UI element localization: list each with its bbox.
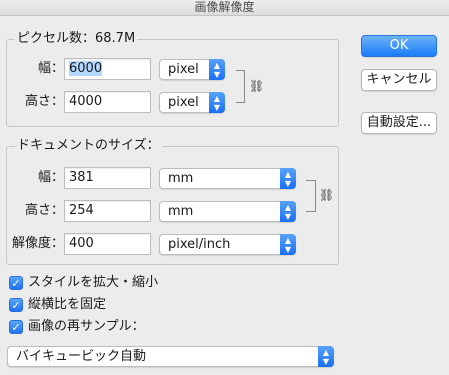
doc-link-bracket — [306, 180, 316, 212]
pixel-width-unit-value: pixel — [168, 62, 199, 77]
window-title: 画像解像度 — [0, 0, 449, 16]
pixel-height-unit-value: pixel — [168, 95, 199, 110]
scale-styles-checkbox[interactable]: ✓ — [9, 276, 23, 290]
pixel-width-label: 幅： — [37, 61, 64, 76]
resolution-label: 解像度： — [11, 236, 64, 251]
doc-width-unit-value: mm — [168, 171, 194, 186]
stepper-icon: ▲ ▼ — [280, 201, 296, 222]
checkmark-icon: ✓ — [11, 277, 21, 290]
doc-width-label: 幅： — [37, 170, 64, 185]
chain-link-icon[interactable]: ⛓ — [319, 188, 334, 202]
pixel-width-input[interactable]: 6000 — [64, 58, 151, 80]
pixel-link-bracket — [236, 70, 245, 103]
checkmark-icon: ✓ — [11, 321, 21, 334]
resample-method-select[interactable]: バイキュービック自動 ▲ ▼ — [7, 346, 334, 367]
pixel-height-value: 4000 — [69, 94, 103, 109]
chain-link-icon[interactable]: ⛓ — [249, 79, 264, 93]
constrain-proportions-label[interactable]: 縦横比を固定 — [28, 297, 106, 313]
resample-label[interactable]: 画像の再サンプル： — [28, 319, 145, 335]
doc-height-input[interactable]: 254 — [64, 200, 151, 222]
ok-button[interactable]: OK — [361, 35, 437, 57]
pixel-width-value: 6000 — [69, 61, 103, 76]
constrain-proportions-checkbox[interactable]: ✓ — [9, 298, 23, 312]
pixel-width-unit-select[interactable]: pixel ▲ ▼ — [159, 59, 225, 80]
doc-height-label: 高さ： — [24, 203, 64, 218]
document-size-legend: ドキュメントのサイズ： — [15, 138, 162, 154]
pixel-height-unit-select[interactable]: pixel ▲ ▼ — [159, 92, 225, 113]
doc-height-unit-value: mm — [168, 204, 194, 219]
pixel-height-input[interactable]: 4000 — [64, 91, 151, 113]
scale-styles-label[interactable]: スタイルを拡大・縮小 — [28, 275, 158, 291]
stepper-icon: ▲ ▼ — [209, 92, 225, 113]
auto-button[interactable]: 自動設定... — [361, 112, 437, 134]
resample-method-value: バイキュービック自動 — [16, 349, 147, 364]
doc-height-unit-select[interactable]: mm ▲ ▼ — [159, 201, 296, 222]
pixel-dimensions-legend: ピクセル数：68.7M — [15, 31, 138, 47]
doc-width-value: 381 — [69, 170, 94, 185]
doc-width-input[interactable]: 381 — [64, 167, 151, 189]
resolution-unit-value: pixel/inch — [168, 237, 231, 252]
stepper-icon: ▲ ▼ — [280, 234, 296, 255]
resample-checkbox[interactable]: ✓ — [9, 320, 23, 334]
pixel-dimensions-group — [6, 39, 339, 127]
cancel-button[interactable]: キャンセル — [361, 69, 437, 91]
doc-height-value: 254 — [69, 203, 94, 218]
stepper-icon: ▲ ▼ — [318, 346, 334, 367]
resolution-unit-select[interactable]: pixel/inch ▲ ▼ — [159, 234, 296, 255]
stepper-icon: ▲ ▼ — [209, 59, 225, 80]
doc-width-unit-select[interactable]: mm ▲ ▼ — [159, 168, 296, 189]
pixel-height-label: 高さ： — [24, 94, 64, 109]
stepper-icon: ▲ ▼ — [280, 168, 296, 189]
resolution-input[interactable]: 400 — [64, 233, 151, 255]
resolution-value: 400 — [69, 236, 94, 251]
checkmark-icon: ✓ — [11, 299, 21, 312]
